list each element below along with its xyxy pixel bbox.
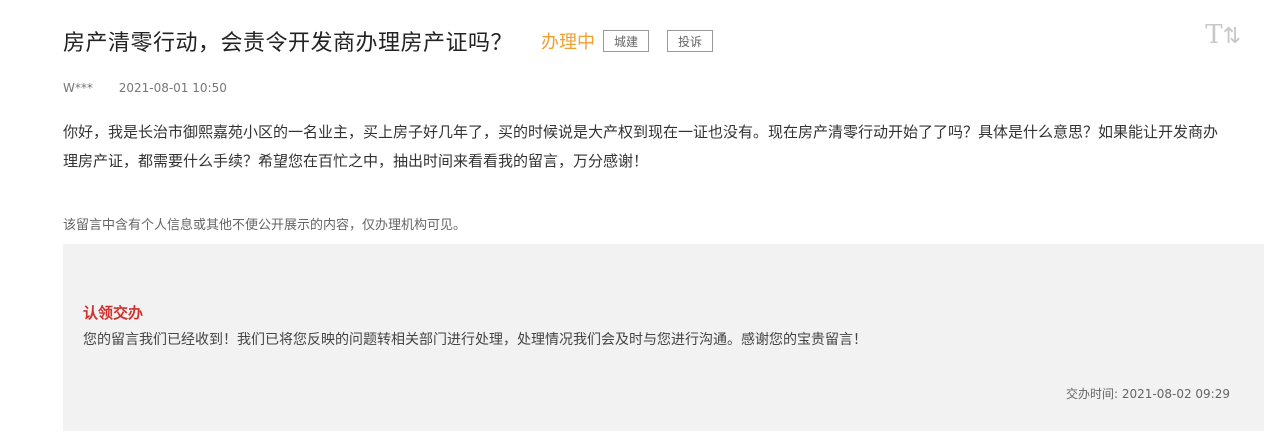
reply-time-label: 交办时间: xyxy=(1065,387,1119,401)
font-toggle-arrows: ⇅ xyxy=(1222,24,1241,49)
tag-category[interactable]: 城建 xyxy=(603,30,650,52)
reply-time: 交办时间: 2021-08-02 09:29 xyxy=(1066,385,1230,402)
post-header: 房产清零行动，会责令开发商办理房产证吗？ 办理中 城建 投诉 xyxy=(63,24,1205,58)
reply-title: 认领交办 xyxy=(83,304,144,322)
post-content: 你好，我是长治市御熙嘉苑小区的一名业主，买上房子好几年了，买的时候说是大产权到现… xyxy=(63,123,1219,170)
reply-time-value: 2021-08-02 09:29 xyxy=(1121,387,1230,401)
privacy-notice: 该留言中含有个人信息或其他不便公开展示的内容，仅办理机构可见。 xyxy=(63,218,467,233)
author-name: W*** xyxy=(63,81,93,95)
font-toggle-glyph: T xyxy=(1205,20,1223,50)
status-badge: 办理中 xyxy=(541,32,596,53)
tag-type[interactable]: 投诉 xyxy=(667,30,714,52)
post-meta: W*** 2021-08-01 10:50 xyxy=(63,81,227,95)
reply-text: 您的留言我们已经收到！我们已将您反映的问题转相关部门进行处理，处理情况我们会及时… xyxy=(83,332,867,348)
reply-panel: 认领交办 您的留言我们已经收到！我们已将您反映的问题转相关部门进行处理，处理情况… xyxy=(63,244,1264,431)
post-datetime: 2021-08-01 10:50 xyxy=(118,81,227,95)
font-size-icon[interactable]: T⇅ xyxy=(1205,20,1241,52)
post-title: 房产清零行动，会责令开发商办理房产证吗？ xyxy=(63,31,514,56)
